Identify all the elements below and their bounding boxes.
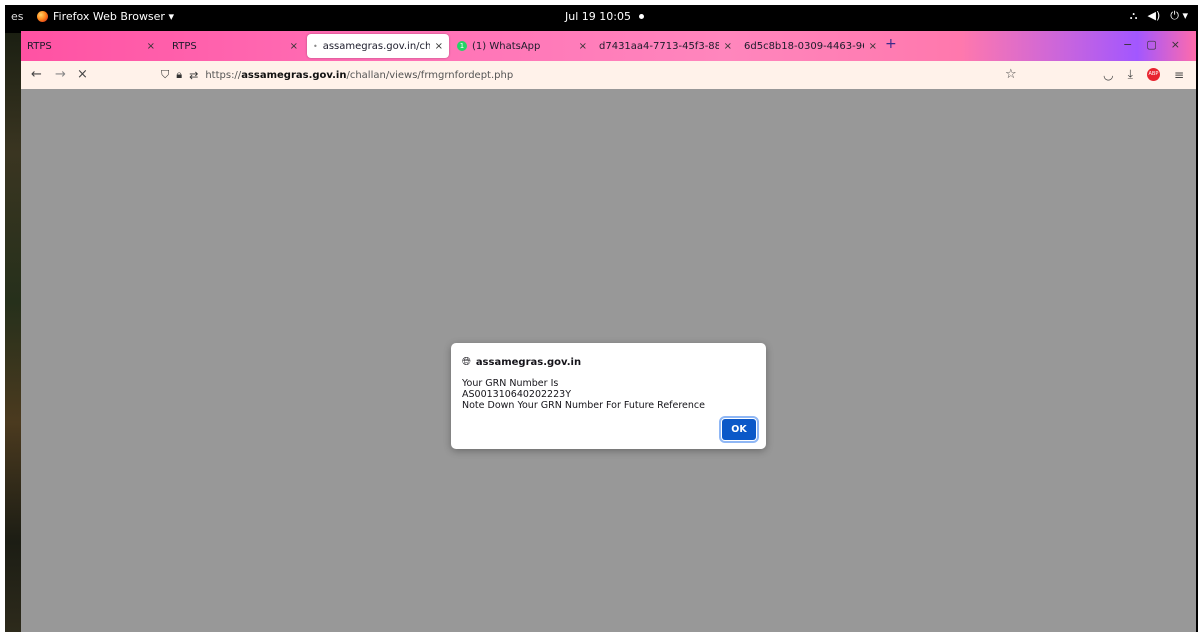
tab-close-icon[interactable]: ×	[435, 41, 443, 52]
clock[interactable]: Jul 19 10:05	[565, 10, 644, 23]
tab-assamegras[interactable]: • assamegras.gov.in/challa ×	[307, 34, 449, 58]
lock-icon[interactable]: 🔒︎	[176, 68, 182, 82]
page-content-overlay: 🌐︎ assamegras.gov.in Your GRN Number Is …	[21, 89, 1196, 632]
alert-dialog: 🌐︎ assamegras.gov.in Your GRN Number Is …	[451, 343, 766, 449]
tab-close-icon[interactable]: ×	[869, 41, 877, 52]
dialog-line-3: Note Down Your GRN Number For Future Ref…	[462, 400, 705, 411]
stop-button[interactable]: ×	[77, 67, 88, 82]
dialog-message: Your GRN Number Is AS001310640202223Y No…	[462, 378, 705, 411]
bookmark-star-icon[interactable]: ☆	[1005, 67, 1017, 82]
tab-close-icon[interactable]: ×	[579, 41, 587, 52]
tab-label: RTPS	[172, 40, 197, 52]
pocket-icon[interactable]: ◡	[1103, 68, 1113, 82]
tab-rtps-2[interactable]: RTPS ×	[166, 34, 304, 58]
tab-label: RTPS	[27, 40, 52, 52]
power-icon: ⏻ ▾	[1170, 9, 1188, 22]
firefox-window: RTPS × RTPS × • assamegras.gov.in/challa…	[21, 31, 1196, 632]
tab-whatsapp[interactable]: 1 (1) WhatsApp ×	[451, 34, 593, 58]
url-bar[interactable]: ⛉ 🔒︎ ⇄ https://assamegras.gov.in/challan…	[161, 64, 1016, 86]
gnome-top-bar: es Firefox Web Browser ▾ Jul 19 10:05 ⛬ …	[5, 5, 1198, 29]
window-controls: − ▢ ×	[1123, 38, 1180, 51]
app-menu[interactable]: Firefox Web Browser ▾	[37, 10, 174, 23]
tab-close-icon[interactable]: ×	[290, 41, 298, 52]
close-window-button[interactable]: ×	[1171, 38, 1180, 51]
download-icon[interactable]: ⤓	[1128, 67, 1133, 82]
tab-strip: RTPS × RTPS × • assamegras.gov.in/challa…	[21, 31, 1196, 61]
network-icon: ⛬	[1129, 9, 1138, 22]
notification-dot-icon	[638, 14, 644, 19]
system-tray[interactable]: ⛬ ◀) ⏻ ▾	[1130, 9, 1188, 23]
tab-rtps-1[interactable]: RTPS ×	[21, 34, 161, 58]
screen-frame: es Firefox Web Browser ▾ Jul 19 10:05 ⛬ …	[5, 5, 1198, 632]
clock-text: Jul 19 10:05	[565, 10, 631, 23]
tab-label: (1) WhatsApp	[472, 40, 541, 52]
back-button[interactable]: ←	[31, 67, 42, 82]
desktop-wallpaper	[5, 33, 21, 632]
tab-label: 6d5c8b18-0309-4463-964b-	[744, 40, 864, 52]
tab-uuid-1[interactable]: d7431aa4-7713-45f3-8865- ×	[593, 34, 738, 58]
ok-button[interactable]: OK	[719, 416, 759, 443]
new-tab-button[interactable]: +	[885, 36, 897, 52]
minimize-button[interactable]: −	[1123, 38, 1132, 51]
whatsapp-icon: 1	[457, 41, 467, 51]
app-menu-label: Firefox Web Browser ▾	[53, 10, 174, 23]
globe-icon: 🌐︎	[462, 355, 471, 368]
menu-icon[interactable]: ≡	[1174, 68, 1184, 82]
tab-close-icon[interactable]: ×	[724, 41, 732, 52]
adblock-extension-icon[interactable]: ABP	[1146, 68, 1160, 81]
navigation-toolbar: ← → × ⛉ 🔒︎ ⇄ https://assamegras.gov.in/c…	[21, 61, 1196, 90]
url-text: https://assamegras.gov.in/challan/views/…	[205, 69, 514, 81]
firefox-icon	[37, 11, 48, 22]
maximize-button[interactable]: ▢	[1146, 38, 1156, 51]
tab-uuid-2[interactable]: 6d5c8b18-0309-4463-964b- ×	[738, 34, 883, 58]
tracking-shield-icon[interactable]: ⛉	[161, 68, 169, 82]
activities-button[interactable]: es	[11, 10, 24, 23]
volume-icon: ◀)	[1147, 9, 1161, 22]
tab-label: assamegras.gov.in/challa	[322, 40, 430, 52]
toolbar-icons: ◡ ⤓ ABP ≡	[1103, 67, 1184, 82]
dialog-origin: assamegras.gov.in	[475, 356, 582, 368]
grn-number: AS001310640202223Y	[462, 389, 571, 400]
permissions-icon[interactable]: ⇄	[189, 69, 198, 82]
dialog-line-1: Your GRN Number Is	[462, 378, 559, 389]
forward-button[interactable]: →	[55, 67, 66, 82]
tab-close-icon[interactable]: ×	[147, 41, 155, 52]
tab-label: d7431aa4-7713-45f3-8865-	[599, 40, 719, 52]
loading-dot-icon: •	[313, 41, 318, 51]
dialog-header: 🌐︎ assamegras.gov.in	[462, 355, 581, 369]
